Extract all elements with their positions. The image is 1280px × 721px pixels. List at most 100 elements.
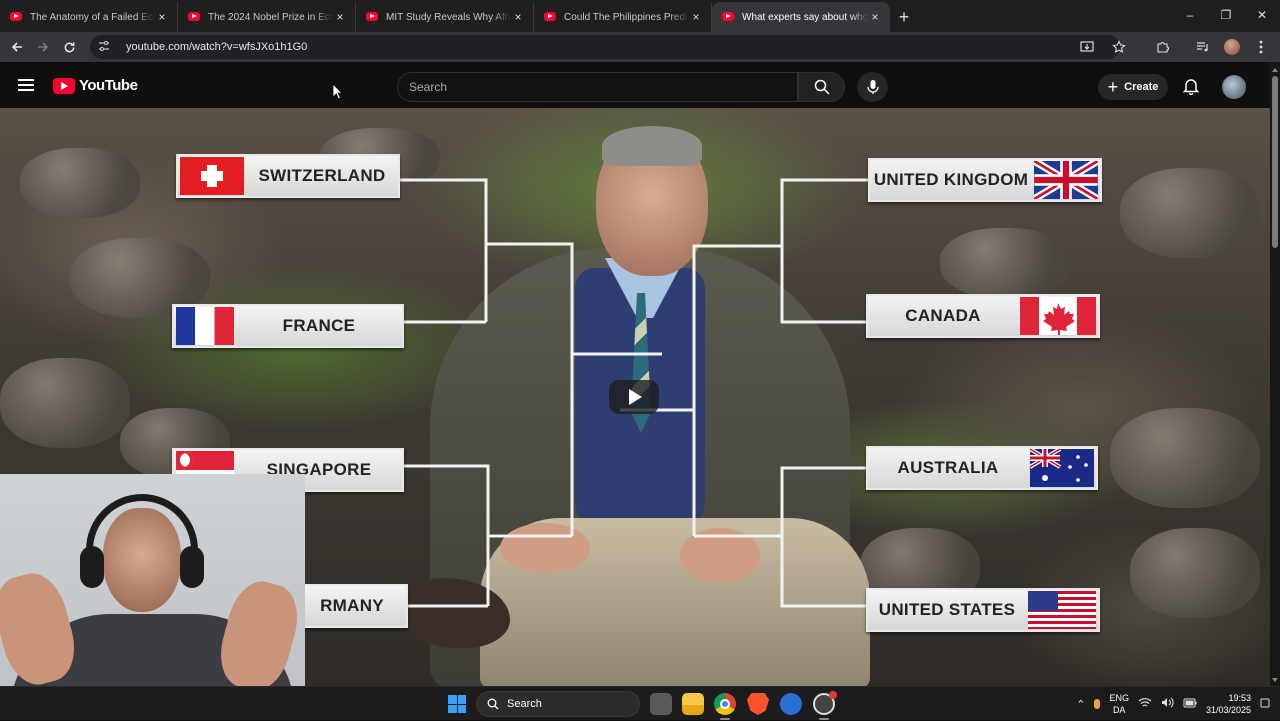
- youtube-header: YouTube + Create: [0, 62, 1270, 108]
- system-tray: ⌃ ENG DA 19:53 31/03/2025: [1076, 687, 1280, 721]
- hamburger-menu-icon[interactable]: [18, 79, 34, 91]
- brave-browser-icon[interactable]: [747, 693, 769, 715]
- youtube-favicon-icon: [544, 12, 556, 21]
- browser-tab[interactable]: Could The Philippines Predict O ×: [534, 2, 712, 32]
- browser-tab[interactable]: The Anatomy of a Failed Econo ×: [0, 2, 178, 32]
- youtube-logo[interactable]: YouTube: [53, 77, 138, 94]
- browser-tab[interactable]: MIT Study Reveals Why Africa Is ×: [356, 2, 534, 32]
- media-control-icon[interactable]: [1192, 35, 1214, 59]
- address-bar[interactable]: youtube.com/watch?v=wfsJXo1h1G0: [90, 35, 1120, 59]
- close-window-button[interactable]: ✕: [1244, 0, 1280, 30]
- scrollbar-thumb[interactable]: [1272, 76, 1278, 248]
- page-scrollbar[interactable]: [1270, 62, 1280, 686]
- tab-close-button[interactable]: ×: [333, 10, 347, 24]
- headphone-cup: [180, 546, 204, 588]
- scroll-up-arrow-icon[interactable]: [1272, 68, 1278, 72]
- search-button[interactable]: [798, 72, 845, 102]
- youtube-wordmark: YouTube: [79, 77, 138, 94]
- scroll-down-arrow-icon[interactable]: [1272, 678, 1278, 682]
- taskbar-search[interactable]: Search: [476, 691, 640, 717]
- youtube-favicon-icon: [188, 12, 200, 21]
- clock-time: 19:53: [1228, 693, 1251, 703]
- microphone-in-use-icon[interactable]: [1094, 699, 1101, 709]
- kebab-menu-icon[interactable]: [1250, 35, 1272, 59]
- voice-search-button[interactable]: [857, 72, 888, 102]
- back-button[interactable]: [4, 34, 30, 60]
- united-states-flag-icon: [1028, 591, 1096, 629]
- task-view-icon[interactable]: [650, 693, 672, 715]
- mouse-cursor-icon: [333, 84, 343, 100]
- url-text: youtube.com/watch?v=wfsJXo1h1G0: [126, 41, 308, 53]
- clock[interactable]: 19:53 31/03/2025: [1206, 692, 1251, 716]
- profile-avatar[interactable]: [1224, 39, 1240, 55]
- taskbar-search-label: Search: [507, 698, 542, 710]
- browser-tab-active[interactable]: What experts say about who ha ×: [712, 2, 890, 32]
- volume-icon[interactable]: [1161, 697, 1174, 711]
- youtube-play-icon: [53, 77, 75, 94]
- windows-taskbar: Search ⌃ ENG DA 19:53 31/03/2025: [0, 686, 1280, 720]
- wifi-icon[interactable]: [1138, 697, 1152, 711]
- new-tab-button[interactable]: +: [890, 2, 918, 32]
- tab-close-button[interactable]: ×: [511, 10, 525, 24]
- forward-button[interactable]: [30, 34, 56, 60]
- france-flag-icon: [176, 307, 234, 345]
- play-button[interactable]: [609, 380, 659, 414]
- microphone-icon: [866, 80, 879, 94]
- tab-title: Could The Philippines Predict O: [564, 11, 689, 23]
- country-name: CANADA: [905, 306, 981, 325]
- canada-flag-icon: [1020, 297, 1096, 335]
- country-label-canada: CANADA: [866, 294, 1100, 338]
- install-app-icon[interactable]: [1076, 35, 1098, 59]
- tab-title: What experts say about who ha: [742, 11, 868, 23]
- language-code: ENG: [1109, 693, 1129, 703]
- account-avatar[interactable]: [1222, 75, 1246, 99]
- country-label-france: FRANCE: [172, 304, 404, 348]
- country-name: UNITED KINGDOM: [873, 170, 1029, 189]
- star-icon[interactable]: [1108, 35, 1130, 59]
- browser-tools: [1076, 35, 1272, 59]
- obs-icon[interactable]: [813, 691, 837, 715]
- tab-close-button[interactable]: ×: [868, 10, 882, 24]
- country-name: UNITED STATES: [878, 600, 1016, 619]
- keyboard-layout: DA: [1112, 705, 1126, 715]
- reload-button[interactable]: [56, 34, 82, 60]
- webcam-overlay: [0, 474, 305, 686]
- search-icon: [814, 79, 830, 95]
- tab-close-button[interactable]: ×: [155, 10, 169, 24]
- create-button[interactable]: + Create: [1098, 74, 1168, 100]
- united-kingdom-flag-icon: [1034, 161, 1098, 199]
- headphone-cup: [80, 546, 104, 588]
- restore-button[interactable]: ❐: [1208, 0, 1244, 30]
- country-name: SWITZERLAND: [258, 166, 386, 185]
- tab-title: MIT Study Reveals Why Africa Is: [386, 11, 511, 23]
- youtube-favicon-icon: [722, 12, 734, 21]
- search-box[interactable]: [397, 72, 798, 102]
- tune-icon[interactable]: [98, 40, 114, 55]
- country-label-australia: AUSTRALIA: [866, 446, 1098, 490]
- input-language[interactable]: ENG DA: [1109, 692, 1129, 716]
- australia-flag-icon: [1030, 449, 1094, 487]
- bell-icon: [1182, 79, 1200, 96]
- tab-close-button[interactable]: ×: [689, 10, 703, 24]
- window-controls: – ❐ ✕: [1172, 0, 1280, 30]
- country-label-united-kingdom: UNITED KINGDOM: [868, 158, 1102, 202]
- windows-start-icon[interactable]: [448, 695, 466, 713]
- country-label-united-states: UNITED STATES: [866, 588, 1100, 632]
- youtube-favicon-icon: [366, 12, 378, 21]
- browser-toolbar: youtube.com/watch?v=wfsJXo1h1G0: [0, 32, 1280, 62]
- chrome-icon[interactable]: [714, 693, 736, 715]
- search-input[interactable]: [409, 80, 797, 94]
- streamer-hand: [212, 575, 305, 686]
- browser-tab[interactable]: The 2024 Nobel Prize in Econo ×: [178, 2, 356, 32]
- file-explorer-icon[interactable]: [682, 693, 704, 715]
- create-label: Create: [1124, 81, 1159, 93]
- country-name: AUSTRALIA: [897, 458, 999, 477]
- chevron-up-icon[interactable]: ⌃: [1076, 698, 1085, 711]
- minimize-button[interactable]: –: [1172, 0, 1208, 30]
- notifications-button[interactable]: [1182, 77, 1200, 96]
- notification-center-icon[interactable]: [1260, 698, 1270, 711]
- pinned-app-icon[interactable]: [780, 693, 802, 715]
- puzzle-icon[interactable]: [1152, 35, 1174, 59]
- reload-icon: [64, 41, 74, 52]
- battery-icon[interactable]: [1183, 698, 1197, 711]
